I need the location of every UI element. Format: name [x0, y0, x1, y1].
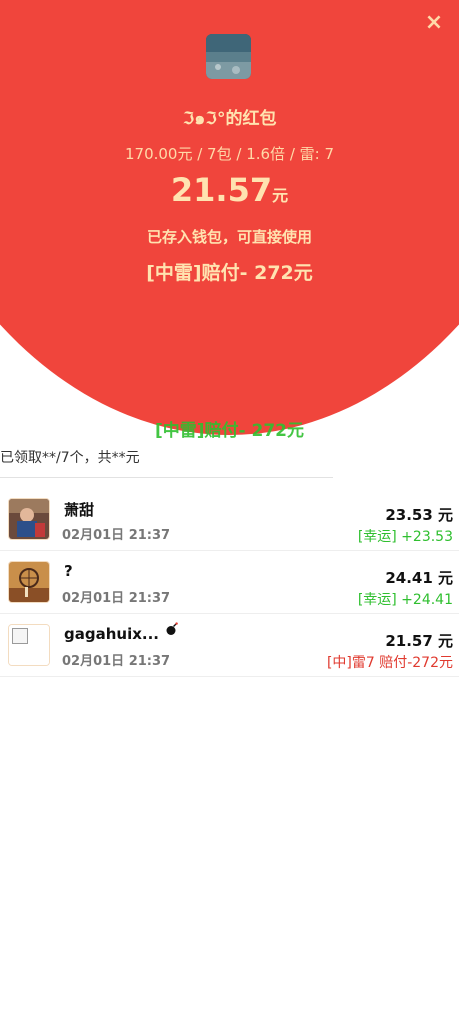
- thunder-penalty-echo: [中雷]赔付- 272元: [155, 421, 304, 441]
- amount-value: 21.57: [170, 171, 273, 209]
- claim-time: 02月01日 21:37: [62, 654, 171, 669]
- list-item[interactable]: 萧甜 02月01日 21:37 23.53 元 [幸运] +23.53: [0, 488, 459, 551]
- claim-amount: 24.41 元: [385, 569, 453, 587]
- avatar: [8, 624, 50, 666]
- avatar: [8, 561, 50, 603]
- sender-name: ℑ๑ℑ°的红包: [182, 109, 277, 129]
- sender-avatar: [206, 34, 251, 79]
- wallet-note: 已存入钱包，可直接使用: [146, 228, 312, 246]
- avatar: [8, 498, 50, 540]
- claim-amount: 21.57 元: [385, 632, 453, 650]
- red-packet-detail-page: × ℑ๑ℑ°的红包 170.00元 / 7包 / 1.6倍 / 雷: 7 21.…: [0, 0, 459, 1024]
- recipient-list: 萧甜 02月01日 21:37 23.53 元 [幸运] +23.53 ? 02…: [0, 488, 459, 677]
- received-amount: 21.57元: [0, 171, 459, 209]
- thunder-penalty-note: [中雷]赔付- 272元: [146, 262, 313, 284]
- recipient-name: 萧甜: [64, 501, 95, 519]
- divider: [0, 477, 333, 478]
- packet-info: 170.00元 / 7包 / 1.6倍 / 雷: 7: [124, 145, 335, 163]
- close-icon[interactable]: ×: [423, 12, 445, 34]
- claim-tag: [中]雷7 赔付-272元: [326, 655, 453, 671]
- claim-summary: 已领取**/7个，共**元: [0, 450, 140, 466]
- bomb-icon: [165, 622, 179, 640]
- recipient-name: ?: [64, 562, 73, 580]
- list-item[interactable]: ? 02月01日 21:37 24.41 元 [幸运] +24.41: [0, 551, 459, 614]
- broken-image-icon: [9, 625, 49, 665]
- claim-time: 02月01日 21:37: [62, 528, 171, 543]
- claim-time: 02月01日 21:37: [62, 591, 171, 606]
- claim-tag: [幸运] +23.53: [357, 529, 453, 545]
- amount-unit: 元: [272, 186, 289, 205]
- claim-amount: 23.53 元: [385, 506, 453, 524]
- claim-tag: [幸运] +24.41: [357, 592, 453, 608]
- recipient-name: gagahuix...: [64, 625, 159, 643]
- list-item[interactable]: gagahuix... 02月01日 21:37 21.57 元 [中]雷7 赔…: [0, 614, 459, 677]
